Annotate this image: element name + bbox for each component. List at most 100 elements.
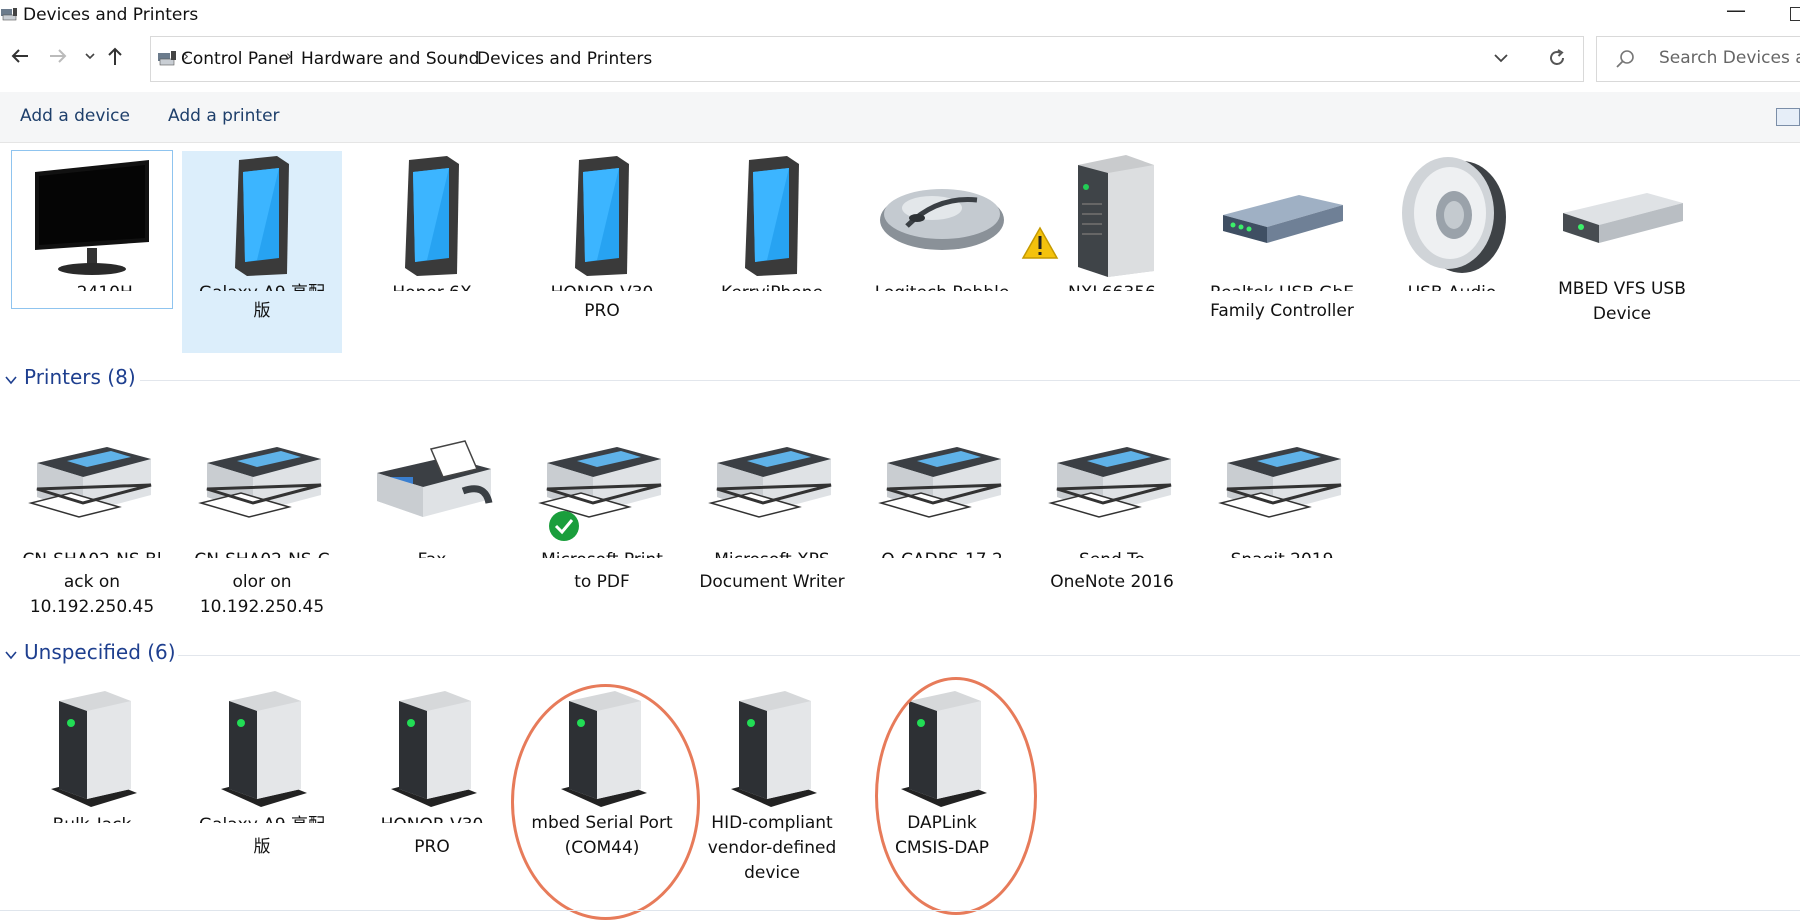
search-box[interactable] xyxy=(1596,36,1800,82)
minimize-button[interactable]: — xyxy=(1726,0,1746,22)
printer-tile-send-to-onenote[interactable]: Send To OneNote 2016 xyxy=(1032,418,1192,595)
printer-icon xyxy=(522,418,682,548)
printer-tile-microsoft-xps[interactable]: Microsoft XPS Document Writer xyxy=(692,418,852,595)
generic-device-icon xyxy=(182,683,342,813)
address-bar[interactable]: › Control Panel › Hardware and Sound › D… xyxy=(150,36,1535,82)
device-tile-usb-audio[interactable]: USB Audio xyxy=(1372,151,1532,291)
device-tile-realtek-usb-gbe[interactable]: Realtek USB GbE Family Controller xyxy=(1202,151,1362,324)
generic-device-icon xyxy=(862,683,1022,813)
device-label: Logitech Pebble xyxy=(862,281,1022,291)
search-input[interactable] xyxy=(1657,47,1800,69)
device-label: CMSIS-DAP xyxy=(895,838,989,858)
printer-label: 10.192.250.45 xyxy=(199,597,325,617)
printer-label: Microsoft XPS xyxy=(692,548,852,558)
device-label: Device xyxy=(1592,304,1652,324)
up-icon[interactable] xyxy=(104,44,126,75)
phone-icon xyxy=(522,151,682,281)
printer-label: CN-SHA02-NS-Bl xyxy=(12,548,172,558)
device-label: HID-compliant xyxy=(711,813,833,833)
refresh-icon xyxy=(1546,47,1568,75)
device-label: PRO xyxy=(414,837,450,857)
device-label: 2410H xyxy=(12,281,172,291)
device-tile-honor-6x[interactable]: Honor 6X xyxy=(352,151,512,291)
unspecified-tile-bulk-jack[interactable]: Bulk-Jack xyxy=(12,683,172,823)
navigation-bar: › Control Panel › Hardware and Sound › D… xyxy=(0,34,1800,84)
printer-icon xyxy=(182,418,342,548)
printer-tile-cn-sha02-color[interactable]: CN-SHA02-NS-C olor on 10.192.250.45 xyxy=(182,418,342,620)
breadcrumb-devices-and-printers[interactable]: Devices and Printers xyxy=(477,49,652,69)
breadcrumb-separator-icon: › xyxy=(286,47,292,65)
group-divider xyxy=(178,655,1800,656)
bottom-divider xyxy=(0,910,1800,911)
printer-label: Microsoft Print xyxy=(522,548,682,558)
printer-tile-fax[interactable]: Fax xyxy=(352,418,512,558)
collapse-chevron-icon[interactable] xyxy=(4,371,18,390)
unspecified-tile-hid-compliant[interactable]: HID-compliant vendor-defined device xyxy=(692,683,852,886)
group-divider xyxy=(140,380,1800,381)
device-label: Honor 6X xyxy=(352,281,512,291)
forward-icon[interactable] xyxy=(46,44,70,75)
back-icon[interactable] xyxy=(8,44,32,75)
device-label: Galaxy A9 高配 xyxy=(182,281,342,291)
device-label: Family Controller xyxy=(1210,301,1354,321)
devices-printers-icon xyxy=(0,6,18,26)
address-dropdown-chevron-icon[interactable] xyxy=(1493,49,1509,71)
device-label: mbed Serial Port xyxy=(531,813,673,833)
command-bar: Add a device Add a printer xyxy=(0,92,1800,143)
unspecified-tile-galaxy-a9[interactable]: Galaxy A9 高配 版 xyxy=(182,683,342,860)
add-device-button[interactable]: Add a device xyxy=(20,106,130,126)
device-tile-nxl66356[interactable]: NXL66356 xyxy=(1021,151,1192,291)
device-label: 版 xyxy=(182,299,342,324)
mouse-icon xyxy=(862,151,1022,281)
device-tile-logitech-pebble[interactable]: Logitech Pebble xyxy=(862,151,1022,291)
collapse-chevron-icon[interactable] xyxy=(4,646,18,665)
printer-tile-cn-sha02-black[interactable]: CN-SHA02-NS-Bl ack on 10.192.250.45 xyxy=(12,418,172,620)
usb-drive-icon xyxy=(1542,151,1702,281)
group-header-printers[interactable]: Printers (8) xyxy=(0,363,1800,395)
phone-icon xyxy=(692,151,852,281)
phone-icon xyxy=(182,151,342,281)
printer-tile-microsoft-print-to-pdf[interactable]: Microsoft Print to PDF xyxy=(522,418,682,595)
device-label: HONOR V30 xyxy=(522,281,682,291)
device-tile-galaxy-a9[interactable]: Galaxy A9 高配 版 xyxy=(182,151,342,353)
window-title: Devices and Printers xyxy=(23,5,199,25)
device-tile-monitor[interactable]: 2410H xyxy=(11,150,173,309)
recent-locations-chevron-icon[interactable] xyxy=(84,44,96,75)
printer-icon xyxy=(862,418,1022,548)
printer-icon xyxy=(692,418,852,548)
speaker-icon xyxy=(1372,151,1532,281)
change-view-icon[interactable] xyxy=(1776,108,1800,126)
group-header-unspecified[interactable]: Unspecified (6) xyxy=(0,638,1800,670)
unspecified-tile-honor-v30-pro[interactable]: HONOR V30 PRO xyxy=(352,683,512,860)
add-printer-button[interactable]: Add a printer xyxy=(168,106,280,126)
device-label: 版 xyxy=(253,837,271,857)
printer-label: ack on xyxy=(63,572,121,592)
printer-label: 10.192.250.45 xyxy=(29,597,155,617)
printer-icon xyxy=(1032,418,1192,548)
phone-icon xyxy=(352,151,512,281)
printer-label: Q-CADPS-17.2 xyxy=(862,548,1022,558)
breadcrumb-hardware-and-sound[interactable]: Hardware and Sound xyxy=(301,49,479,69)
breadcrumb-control-panel[interactable]: Control Panel xyxy=(181,49,294,69)
printer-label: Fax xyxy=(352,548,512,558)
printer-tile-q-cadps[interactable]: Q-CADPS-17.2 xyxy=(862,418,1022,558)
refresh-button[interactable] xyxy=(1533,36,1584,82)
device-label: device xyxy=(744,863,800,883)
device-label: USB Audio xyxy=(1372,281,1532,291)
fax-icon xyxy=(352,418,512,548)
generic-device-icon xyxy=(522,683,682,813)
network-adapter-icon xyxy=(1202,151,1362,281)
maximize-button[interactable] xyxy=(1790,7,1800,21)
generic-device-icon xyxy=(12,683,172,813)
printer-tile-snagit-2019[interactable]: Snagit 2019 xyxy=(1202,418,1362,558)
device-tile-honor-v30-pro[interactable]: HONOR V30 PRO xyxy=(522,151,682,324)
device-label: Realtek USB GbE xyxy=(1202,281,1362,291)
unspecified-tile-mbed-serial-port[interactable]: mbed Serial Port (COM44) xyxy=(522,683,682,861)
device-tile-kerry-iphone[interactable]: KerryiPhone xyxy=(692,151,852,291)
generic-device-icon xyxy=(692,683,852,813)
computer-tower-icon xyxy=(1021,151,1192,281)
group-title: Unspecified (6) xyxy=(24,640,176,664)
device-label: NXL66356 xyxy=(1032,281,1192,291)
unspecified-tile-daplink[interactable]: DAPLink CMSIS-DAP xyxy=(862,683,1022,861)
device-tile-mbed-vfs-usb[interactable]: MBED VFS USB Device xyxy=(1542,151,1702,327)
